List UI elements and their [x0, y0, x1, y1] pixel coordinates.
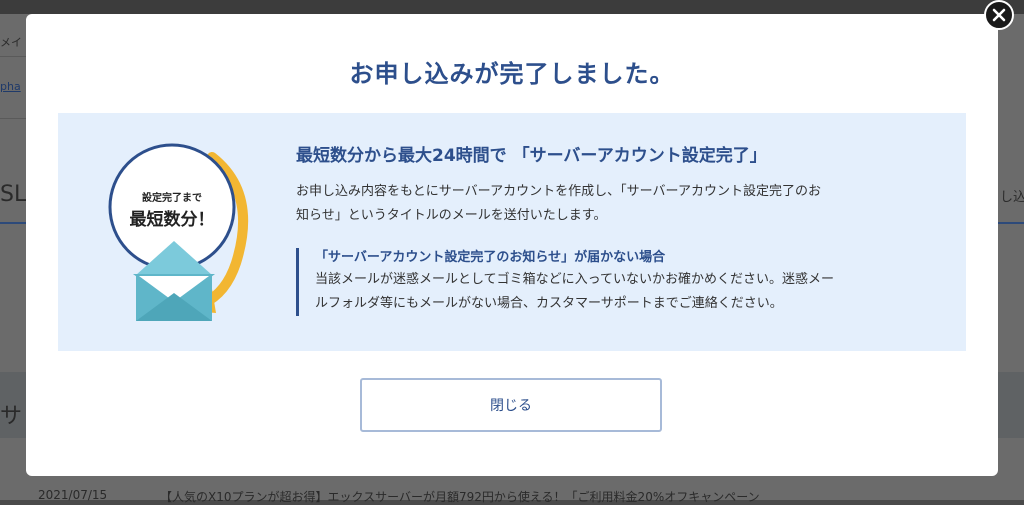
completion-illustration: 設定完了まで 最短数分！ [108, 143, 258, 323]
notice-body-line: ルフォルダ等にもメールがない場合、カスタマーサポートまでご連絡ください。 [315, 296, 783, 311]
notice-title: 「サーバーアカウント設定完了のお知らせ」が届かない場合 [315, 250, 666, 265]
modal-title: お申し込みが完了しました。 [349, 60, 675, 88]
badge-text-line2: 最短数分！ [129, 210, 215, 230]
notice-body: 当該メールが迷惑メールとしてゴミ箱などに入っていないかお確かめください。迷惑メー… [315, 268, 956, 316]
info-body-line: お申し込み内容をもとにサーバーアカウントを作成し、「サーバーアカウント設定完了の… [296, 184, 821, 199]
close-button[interactable]: 閉じる [360, 378, 662, 432]
info-box: 設定完了まで 最短数分！ 最短数分から最大24時間で 「サーバーアカウント設定完… [58, 113, 966, 351]
close-icon [992, 8, 1006, 22]
modal-close-button[interactable] [984, 0, 1014, 30]
notice-body-line: 当該メールが迷惑メールとしてゴミ箱などに入っていないかお確かめください。迷惑メー [315, 272, 834, 287]
modal-overlay: お申し込みが完了しました。 設定完了まで 最短数分！ 最短数分から最大24時間で… [0, 0, 1024, 500]
info-content: 最短数分から最大24時間で 「サーバーアカウント設定完了」 お申し込み内容をもと… [296, 141, 956, 316]
badge-text-line1: 設定完了まで [142, 193, 202, 204]
info-body-line: 知らせ」というタイトルのメールを送付いたします。 [296, 208, 607, 223]
info-heading: 最短数分から最大24時間で 「サーバーアカウント設定完了」 [296, 146, 767, 166]
info-body: お申し込み内容をもとにサーバーアカウントを作成し、「サーバーアカウント設定完了の… [296, 180, 956, 228]
completion-modal: お申し込みが完了しました。 設定完了まで 最短数分！ 最短数分から最大24時間で… [26, 14, 998, 476]
envelope-icon [132, 241, 216, 321]
notice-block: 「サーバーアカウント設定完了のお知らせ」が届かない場合 当該メールが迷惑メールと… [296, 248, 956, 316]
